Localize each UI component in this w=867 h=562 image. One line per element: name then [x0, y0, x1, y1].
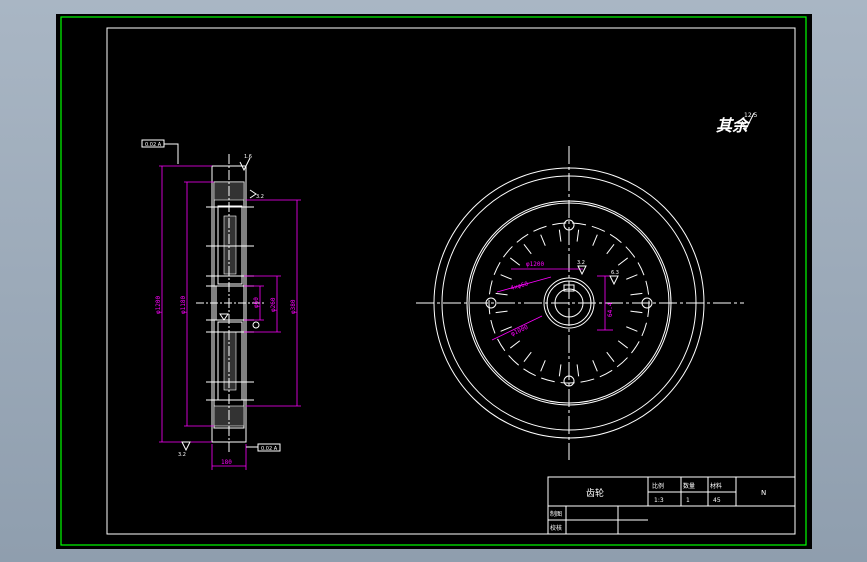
radial-tick: [606, 243, 615, 255]
radial-tick: [523, 243, 532, 255]
radial-tick: [558, 364, 562, 377]
dim-hole-circle: φ1000: [510, 324, 530, 338]
part-name: 齿轮: [586, 487, 604, 499]
dim-web-circle: φ1200: [526, 261, 544, 268]
drawing-frame: [106, 27, 796, 535]
radial-tick: [617, 257, 629, 266]
dim-hole-pattern: 4xφ60: [510, 280, 530, 292]
dim-bore: φ60: [253, 297, 260, 308]
radial-tick: [509, 257, 521, 266]
radial-tick: [540, 234, 546, 246]
quantity-value: 1: [686, 497, 690, 504]
radial-tick: [558, 229, 562, 242]
radial-tick: [500, 274, 512, 280]
datum-bottom: 0.02 A: [261, 446, 278, 452]
material-value: 45: [713, 497, 721, 504]
radial-tick: [495, 310, 508, 314]
dim-pitch-diameter: φ1180: [180, 296, 187, 314]
title-block: [547, 476, 796, 535]
roughness-bottom: 3.2: [178, 452, 186, 458]
radial-tick: [630, 292, 643, 296]
sheet-code: N: [761, 489, 766, 497]
roughness-hub: 3.2: [577, 260, 585, 266]
drawing-canvas: 其余 12.5 φ1200 φ1180 φ380 φ260 φ60 180 0.…: [60, 16, 807, 546]
radial-tick: [630, 310, 643, 314]
radial-tick: [495, 292, 508, 296]
material-label: 材料: [710, 482, 722, 490]
scale-label: 比例: [652, 482, 664, 490]
radial-tick: [626, 274, 638, 280]
checked-by-label: 校核: [550, 524, 562, 532]
radial-tick: [509, 340, 521, 349]
radial-tick: [576, 229, 580, 242]
roughness-top: 1.6: [244, 154, 252, 160]
radial-tick: [592, 234, 598, 246]
scale-value: 1:3: [654, 497, 664, 504]
radial-tick: [523, 351, 532, 363]
dim-total-diameter: φ1200: [155, 296, 162, 314]
radial-tick: [540, 360, 546, 372]
dim-hub-outer: φ380: [290, 299, 297, 314]
roughness-side: 3.2: [256, 194, 264, 200]
radial-tick: [576, 364, 580, 377]
dim-width: 180: [221, 459, 232, 466]
radial-tick: [606, 351, 615, 363]
radial-tick: [617, 340, 629, 349]
radial-tick: [592, 360, 598, 372]
surface-finish-value: 12.5: [744, 112, 758, 119]
front-view: [416, 146, 744, 460]
datum-top: 0.02 A: [145, 142, 162, 148]
dim-keyway: 64.4: [607, 302, 614, 317]
drawn-by-label: 制图: [550, 510, 562, 518]
radial-tick: [626, 326, 638, 332]
dim-hub-inner: φ260: [270, 297, 277, 312]
roughness-keyway: 6.3: [611, 270, 619, 276]
cad-viewport[interactable]: 其余 12.5 φ1200 φ1180 φ380 φ260 φ60 180 0.…: [56, 14, 812, 549]
quantity-label: 数量: [683, 482, 695, 490]
